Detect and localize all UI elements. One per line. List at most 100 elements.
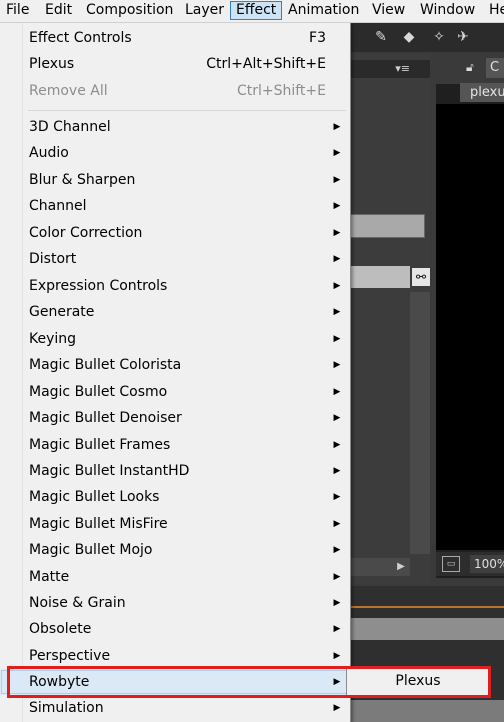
menu-item-label: Rowbyte [29, 674, 90, 690]
menu-item-label: Magic Bullet Looks [29, 489, 160, 505]
menu-item-noise-grain[interactable]: Noise & Grain ▶ [0, 590, 350, 616]
menu-item-label: Magic Bullet MisFire [29, 516, 168, 532]
menu-item-label: Magic Bullet Colorista [29, 357, 182, 373]
menu-item-label: Magic Bullet Cosmo [29, 384, 168, 400]
menu-item-label: Color Correction [29, 225, 143, 241]
menu-item-shortcut: Ctrl+Shift+E [236, 83, 326, 99]
work-area-bar [350, 606, 504, 608]
menu-item-label: Simulation [29, 700, 104, 716]
menu-item-label: Generate [29, 304, 95, 320]
submenu-arrow-icon: ▶ [333, 677, 341, 687]
menu-layer[interactable]: Layer [180, 1, 229, 20]
rowbyte-submenu: Plexus [346, 667, 490, 696]
search-field[interactable] [350, 214, 425, 238]
submenu-arrow-icon: ▶ [333, 122, 341, 132]
menu-item-label: Obsolete [29, 621, 92, 637]
menu-view[interactable]: View [367, 1, 410, 20]
menu-item-label: Channel [29, 198, 87, 214]
menu-item-magic-bullet-instanthd[interactable]: Magic Bullet InstantHD ▶ [0, 458, 350, 484]
menu-help[interactable]: He [484, 1, 504, 20]
menu-item-label: 3D Channel [29, 119, 111, 135]
menu-item-generate[interactable]: Generate ▶ [0, 299, 350, 325]
menu-item-label: Perspective [29, 648, 111, 664]
flowchart-icon[interactable]: ⚯ [412, 268, 430, 286]
timeline-layer-bar[interactable] [350, 700, 504, 722]
vertical-scrollbar[interactable] [410, 292, 430, 554]
menu-item-magic-bullet-colorista[interactable]: Magic Bullet Colorista ▶ [0, 352, 350, 378]
menu-animation[interactable]: Animation [283, 1, 364, 20]
pen-tool-icon[interactable]: ✎ [372, 29, 390, 45]
menu-item-magic-bullet-frames[interactable]: Magic Bullet Frames ▶ [0, 432, 350, 458]
viewer-canvas [436, 104, 504, 550]
scroll-right-arrow-icon[interactable]: ▶ [392, 558, 410, 576]
submenu-arrow-icon: ▶ [333, 545, 341, 555]
menu-item-expression-controls[interactable]: Expression Controls ▶ [0, 273, 350, 299]
submenu-arrow-icon: ▶ [333, 201, 341, 211]
menu-item-color-correction[interactable]: Color Correction ▶ [0, 220, 350, 246]
menu-item-label: Expression Controls [29, 278, 168, 294]
submenu-arrow-icon: ▶ [333, 254, 341, 264]
menu-composition[interactable]: Composition [81, 1, 178, 20]
menu-item-effect-controls[interactable]: Effect Controls F3 [0, 25, 350, 51]
submenu-arrow-icon: ▶ [333, 334, 341, 344]
menu-item-3d-channel[interactable]: 3D Channel ▶ [0, 114, 350, 140]
menu-item-label: Audio [29, 145, 69, 161]
menu-item-keying[interactable]: Keying ▶ [0, 326, 350, 352]
submenu-arrow-icon: ▶ [333, 307, 341, 317]
menu-window[interactable]: Window [415, 1, 480, 20]
composition-tab[interactable]: plexu [460, 83, 504, 102]
menu-edit[interactable]: Edit [40, 1, 77, 20]
menu-separator [28, 110, 346, 111]
menu-effect[interactable]: Effect [230, 1, 283, 20]
menu-item-label: Distort [29, 251, 77, 267]
submenu-arrow-icon: ▶ [333, 598, 341, 608]
timeline-layer-bar[interactable] [350, 618, 504, 640]
menu-item-distort[interactable]: Distort ▶ [0, 246, 350, 272]
menu-item-blur-sharpen[interactable]: Blur & Sharpen ▶ [0, 167, 350, 193]
submenu-arrow-icon: ▶ [333, 624, 341, 634]
menu-item-label: Blur & Sharpen [29, 172, 136, 188]
menu-item-magic-bullet-denoiser[interactable]: Magic Bullet Denoiser ▶ [0, 405, 350, 431]
pin-tool-icon[interactable]: ✈ [454, 29, 472, 45]
submenu-arrow-icon: ▶ [333, 228, 341, 238]
menu-item-plexus[interactable]: Plexus Ctrl+Alt+Shift+E [0, 51, 350, 77]
menu-item-rowbyte[interactable]: Rowbyte ▶ [0, 669, 350, 695]
menu-bar: File Edit Composition Layer Effect Anima… [0, 0, 504, 23]
viewer-tab[interactable]: C [486, 58, 504, 78]
menu-item-label: Remove All [29, 83, 108, 99]
eraser-tool-icon[interactable]: ◆ [400, 29, 418, 45]
menu-item-label: Magic Bullet InstantHD [29, 463, 190, 479]
menu-item-matte[interactable]: Matte ▶ [0, 564, 350, 590]
puppet-tool-icon[interactable]: ✧ [430, 29, 448, 45]
menu-item-remove-all: Remove All Ctrl+Shift+E [0, 78, 350, 104]
menu-item-obsolete[interactable]: Obsolete ▶ [0, 616, 350, 642]
menu-item-label: Magic Bullet Denoiser [29, 410, 182, 426]
lock-icon[interactable]: 🔓︎ [466, 60, 480, 74]
menu-item-magic-bullet-mojo[interactable]: Magic Bullet Mojo ▶ [0, 537, 350, 563]
panel-menu-icon[interactable]: ▾≡ [395, 60, 410, 78]
submenu-arrow-icon: ▶ [333, 281, 341, 291]
menu-item-magic-bullet-looks[interactable]: Magic Bullet Looks ▶ [0, 484, 350, 510]
zoom-level[interactable]: 100% [470, 555, 504, 573]
menu-item-channel[interactable]: Channel ▶ [0, 193, 350, 219]
menu-item-perspective[interactable]: Perspective ▶ [0, 643, 350, 669]
menu-item-label: Keying [29, 331, 77, 347]
submenu-arrow-icon: ▶ [333, 466, 341, 476]
menu-item-label: Noise & Grain [29, 595, 126, 611]
submenu-arrow-icon: ▶ [333, 387, 341, 397]
submenu-arrow-icon: ▶ [333, 413, 341, 423]
submenu-item-plexus[interactable]: Plexus [349, 670, 487, 693]
menu-item-label: Plexus [29, 56, 75, 72]
menu-item-audio[interactable]: Audio ▶ [0, 140, 350, 166]
menu-file[interactable]: File [1, 1, 34, 20]
region-of-interest-icon[interactable]: ▭ [442, 556, 460, 572]
submenu-arrow-icon: ▶ [333, 175, 341, 185]
submenu-arrow-icon: ▶ [333, 148, 341, 158]
panel-tabstrip [350, 60, 430, 78]
submenu-arrow-icon: ▶ [333, 519, 341, 529]
toolbar: ✎ ◆ ✧ ✈ [350, 22, 504, 52]
project-column-header [350, 266, 410, 288]
menu-item-simulation[interactable]: Simulation ▶ [0, 695, 350, 721]
menu-item-magic-bullet-misfire[interactable]: Magic Bullet MisFire ▶ [0, 511, 350, 537]
menu-item-magic-bullet-cosmo[interactable]: Magic Bullet Cosmo ▶ [0, 379, 350, 405]
